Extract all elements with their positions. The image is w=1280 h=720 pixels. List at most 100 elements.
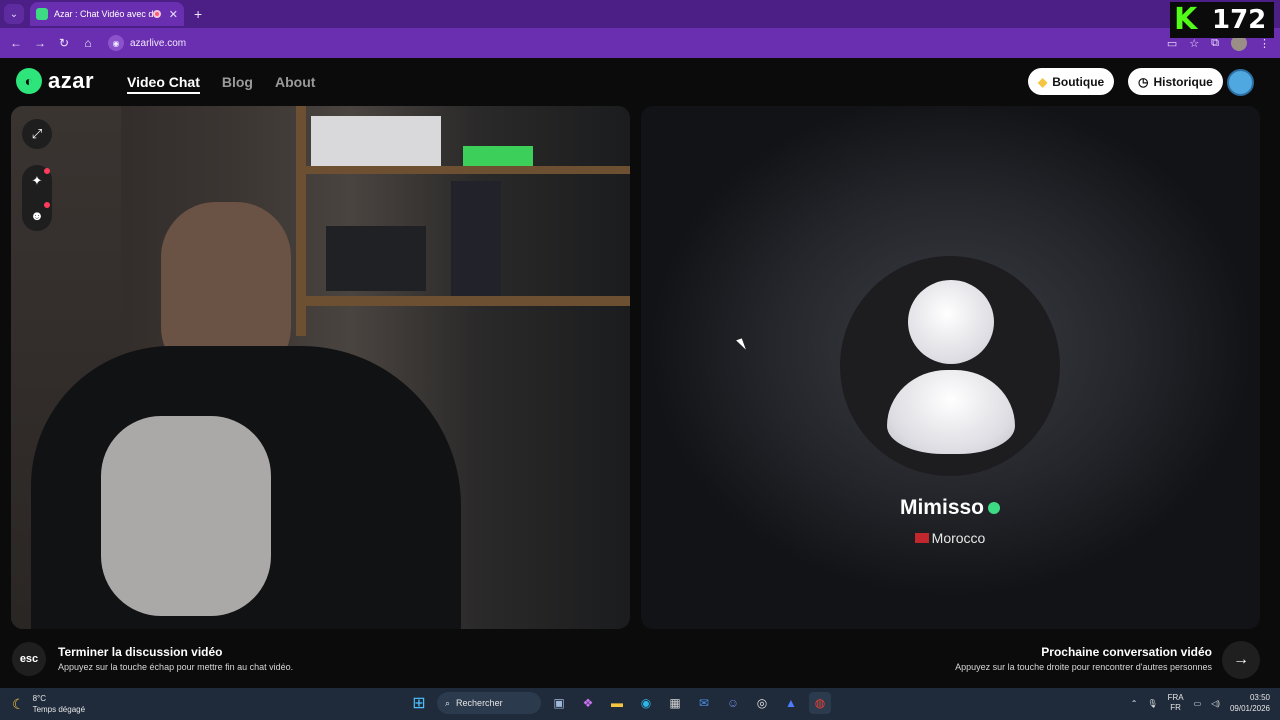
boutique-button[interactable]: ◆ Boutique — [1028, 68, 1115, 95]
effects-button[interactable]: ✦ — [27, 168, 50, 191]
tray-chevron-icon[interactable]: ⌃ — [1131, 699, 1138, 708]
browser-menu-icon[interactable]: ⋮ — [1259, 37, 1270, 50]
user-avatar[interactable] — [1227, 69, 1254, 96]
clock-icon: ◷ — [1138, 74, 1149, 89]
azar-logo-text: azar — [48, 68, 95, 93]
clock[interactable]: 03:50 09/01/2026 — [1230, 692, 1270, 714]
close-tab-icon[interactable]: ✕ — [169, 8, 178, 21]
nav-video-chat[interactable]: Video Chat — [127, 74, 200, 94]
shelf-board — [296, 166, 630, 174]
volume-icon[interactable]: ◁) — [1211, 699, 1220, 708]
historique-button[interactable]: ◷ Historique — [1128, 68, 1223, 95]
arrow-right-icon: → — [1233, 651, 1249, 668]
main-nav: Video Chat Blog About — [127, 74, 315, 94]
reload-icon[interactable]: ↻ — [52, 36, 76, 50]
end-chat-hint: Appuyez sur la touche échap pour mettre … — [58, 662, 294, 672]
taskbar-search[interactable]: ⌕ Rechercher — [437, 692, 541, 714]
address-bar[interactable]: ◉ azarlive.com — [108, 35, 186, 51]
verified-badge-icon — [988, 502, 1001, 515]
mask-button[interactable]: ☻ — [27, 202, 50, 225]
next-chat-title: Prochaine conversation vidéo — [1041, 645, 1212, 659]
app-icon[interactable]: ▲ — [780, 692, 802, 714]
green-box — [463, 146, 533, 166]
stacked-papers — [311, 116, 441, 166]
lang-top: FRA — [1167, 693, 1184, 702]
local-video — [11, 106, 630, 629]
obs-icon[interactable]: ◎ — [751, 692, 773, 714]
sparkle-icon: ✦ — [31, 173, 43, 188]
video-tools: ⤢ ✦ ☻ — [22, 119, 52, 231]
browser-tab[interactable]: Azar : Chat Vidéo avec de n ✕ — [30, 2, 184, 26]
historique-label: Historique — [1153, 74, 1213, 89]
weather-desc: Temps dégagé — [32, 705, 86, 714]
browser-toolbar: ← → ↻ ⌂ ◉ azarlive.com ▭ ☆ ⧉ ⋮ — [0, 28, 1280, 58]
tab-title: Azar : Chat Vidéo avec de n — [54, 9, 153, 19]
home-icon[interactable]: ⌂ — [76, 36, 100, 50]
store-icon[interactable]: ▦ — [664, 692, 686, 714]
forward-icon[interactable]: → — [28, 36, 52, 50]
mail-icon[interactable]: ✉ — [693, 692, 715, 714]
azar-logo[interactable]: ◐ azar — [16, 68, 94, 94]
task-view-icon[interactable]: ▣ — [548, 692, 570, 714]
site-header: ◐ azar Video Chat Blog About ◆ Boutique … — [0, 58, 1280, 106]
nav-blog[interactable]: Blog — [222, 74, 253, 94]
discord-icon[interactable]: ☺ — [722, 692, 744, 714]
system-tray: ⌃ 🎙 FRA FR ▭ ◁) 03:50 09/01/2026 — [1131, 692, 1270, 714]
peer-location: Morocco — [841, 530, 1059, 546]
notification-dot — [44, 202, 50, 208]
tab-search-button[interactable]: ⌄ — [4, 4, 24, 24]
recording-indicator-icon — [152, 10, 161, 18]
nav-about[interactable]: About — [275, 74, 315, 94]
azar-favicon-icon — [36, 8, 48, 20]
edge-icon[interactable]: ◉ — [635, 692, 657, 714]
morocco-flag-icon — [914, 533, 929, 543]
peer-name: Mimisso — [899, 496, 985, 519]
file-explorer-icon[interactable]: ▬ — [606, 692, 628, 714]
chrome-icon[interactable]: ◍ — [809, 692, 831, 714]
notification-dot — [44, 168, 50, 174]
printer — [326, 226, 426, 291]
viewer-count: 172 — [1212, 5, 1267, 35]
chat-actions-bar: esc Terminer la discussion vidéo Appuyez… — [0, 632, 1280, 688]
search-icon: ⌕ — [445, 697, 451, 708]
weather-widget[interactable]: ☾ 8°C Temps dégagé — [12, 693, 85, 715]
person-hand — [101, 416, 271, 616]
site-info-icon[interactable]: ◉ — [108, 35, 124, 51]
boutique-label: Boutique — [1052, 74, 1105, 89]
end-chat-title: Terminer la discussion vidéo — [58, 645, 223, 659]
moon-icon: ☾ — [12, 695, 25, 712]
search-placeholder: Rechercher — [456, 698, 503, 708]
effects-toolbar: ✦ ☻ — [22, 165, 52, 231]
azar-logo-icon: ◐ — [16, 68, 42, 94]
back-icon[interactable]: ← — [4, 36, 28, 50]
gem-icon: ◆ — [1038, 74, 1048, 89]
language-indicator[interactable]: FRA FR — [1168, 693, 1184, 713]
windows-start-icon[interactable]: ⊞ — [408, 692, 430, 714]
peer-name-row: Mimisso — [841, 496, 1059, 520]
browser-tabbar: ⌄ Azar : Chat Vidéo avec de n ✕ + — [0, 0, 1280, 28]
default-avatar-head-icon — [908, 280, 994, 364]
box — [451, 181, 501, 296]
clock-time: 03:50 — [1249, 693, 1270, 702]
face-mask-icon: ☻ — [30, 207, 44, 223]
microphone-icon[interactable]: 🎙 — [1147, 699, 1157, 708]
clock-date: 09/01/2026 — [1229, 704, 1270, 713]
lang-bottom: FR — [1170, 703, 1181, 712]
windows-taskbar: ☾ 8°C Temps dégagé ⊞ ⌕ Rechercher ▣ ❖ ▬ … — [0, 688, 1280, 720]
shelf-board — [296, 296, 630, 306]
swap-view-button[interactable]: ⤢ — [22, 119, 52, 149]
network-icon[interactable]: ▭ — [1194, 699, 1202, 708]
stream-viewer-overlay: K 172 — [1170, 2, 1274, 38]
kick-logo: K — [1174, 2, 1198, 37]
weather-temp: 8°C — [32, 694, 46, 703]
url-text: azarlive.com — [130, 37, 187, 49]
new-tab-button[interactable]: + — [194, 6, 202, 22]
peer-country: Morocco — [931, 530, 986, 546]
bookmark-star-icon[interactable]: ☆ — [1189, 37, 1199, 50]
next-chat-hint: Appuyez sur la touche droite pour rencon… — [955, 662, 1212, 672]
next-chat-button[interactable]: → — [1222, 641, 1260, 679]
extensions-icon[interactable]: ⧉ — [1211, 37, 1219, 50]
copilot-icon[interactable]: ❖ — [577, 692, 599, 714]
end-chat-button[interactable]: esc — [12, 642, 46, 676]
cast-icon[interactable]: ▭ — [1167, 37, 1177, 50]
